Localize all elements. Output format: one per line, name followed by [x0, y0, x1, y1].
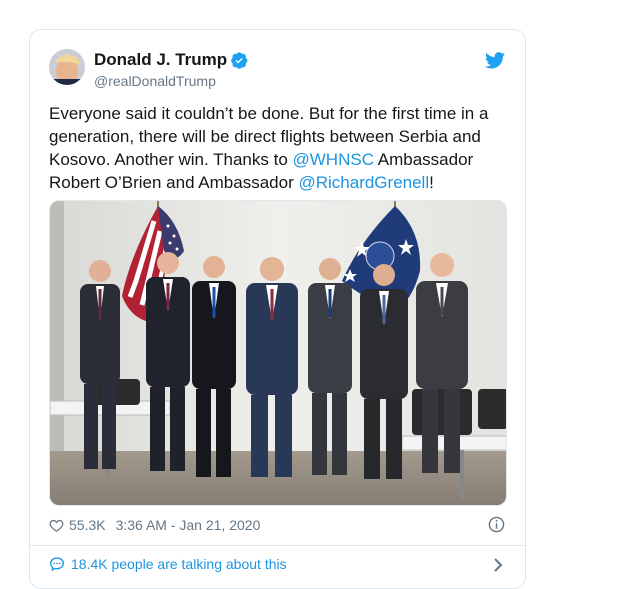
verified-badge-icon — [231, 51, 248, 69]
mention-richardgrenell-link[interactable]: @RichardGrenell — [298, 173, 429, 192]
info-icon[interactable] — [488, 516, 505, 533]
conversation-text[interactable]: 18.4K people are talking about this — [71, 556, 287, 572]
tweet-photo[interactable] — [49, 200, 507, 506]
mention-whnsc-link[interactable]: @WHNSC — [293, 150, 374, 169]
handle[interactable]: @realDonaldTrump — [94, 73, 216, 89]
timestamp[interactable]: 3:36 AM - Jan 21, 2020 — [116, 517, 261, 533]
tweet-meta: 55.3K 3:36 AM - Jan 21, 2020 — [49, 516, 260, 534]
comment-bubble-icon — [49, 557, 65, 572]
tweet-card[interactable]: Donald J. Trump @realDonaldTrump Everyon… — [29, 29, 526, 589]
heart-icon[interactable] — [49, 518, 64, 533]
divider — [30, 545, 525, 546]
author-name-row: Donald J. Trump — [94, 50, 248, 70]
conversation-link[interactable]: 18.4K people are talking about this — [49, 556, 287, 572]
avatar[interactable] — [49, 49, 85, 85]
like-count[interactable]: 55.3K — [69, 517, 106, 533]
twitter-bird-icon[interactable] — [485, 52, 505, 69]
chevron-right-icon[interactable] — [493, 558, 503, 572]
tweet-text: Everyone said it couldn’t be done. But f… — [49, 102, 509, 194]
tweet-text-part3: ! — [429, 173, 434, 192]
display-name[interactable]: Donald J. Trump — [94, 50, 227, 70]
